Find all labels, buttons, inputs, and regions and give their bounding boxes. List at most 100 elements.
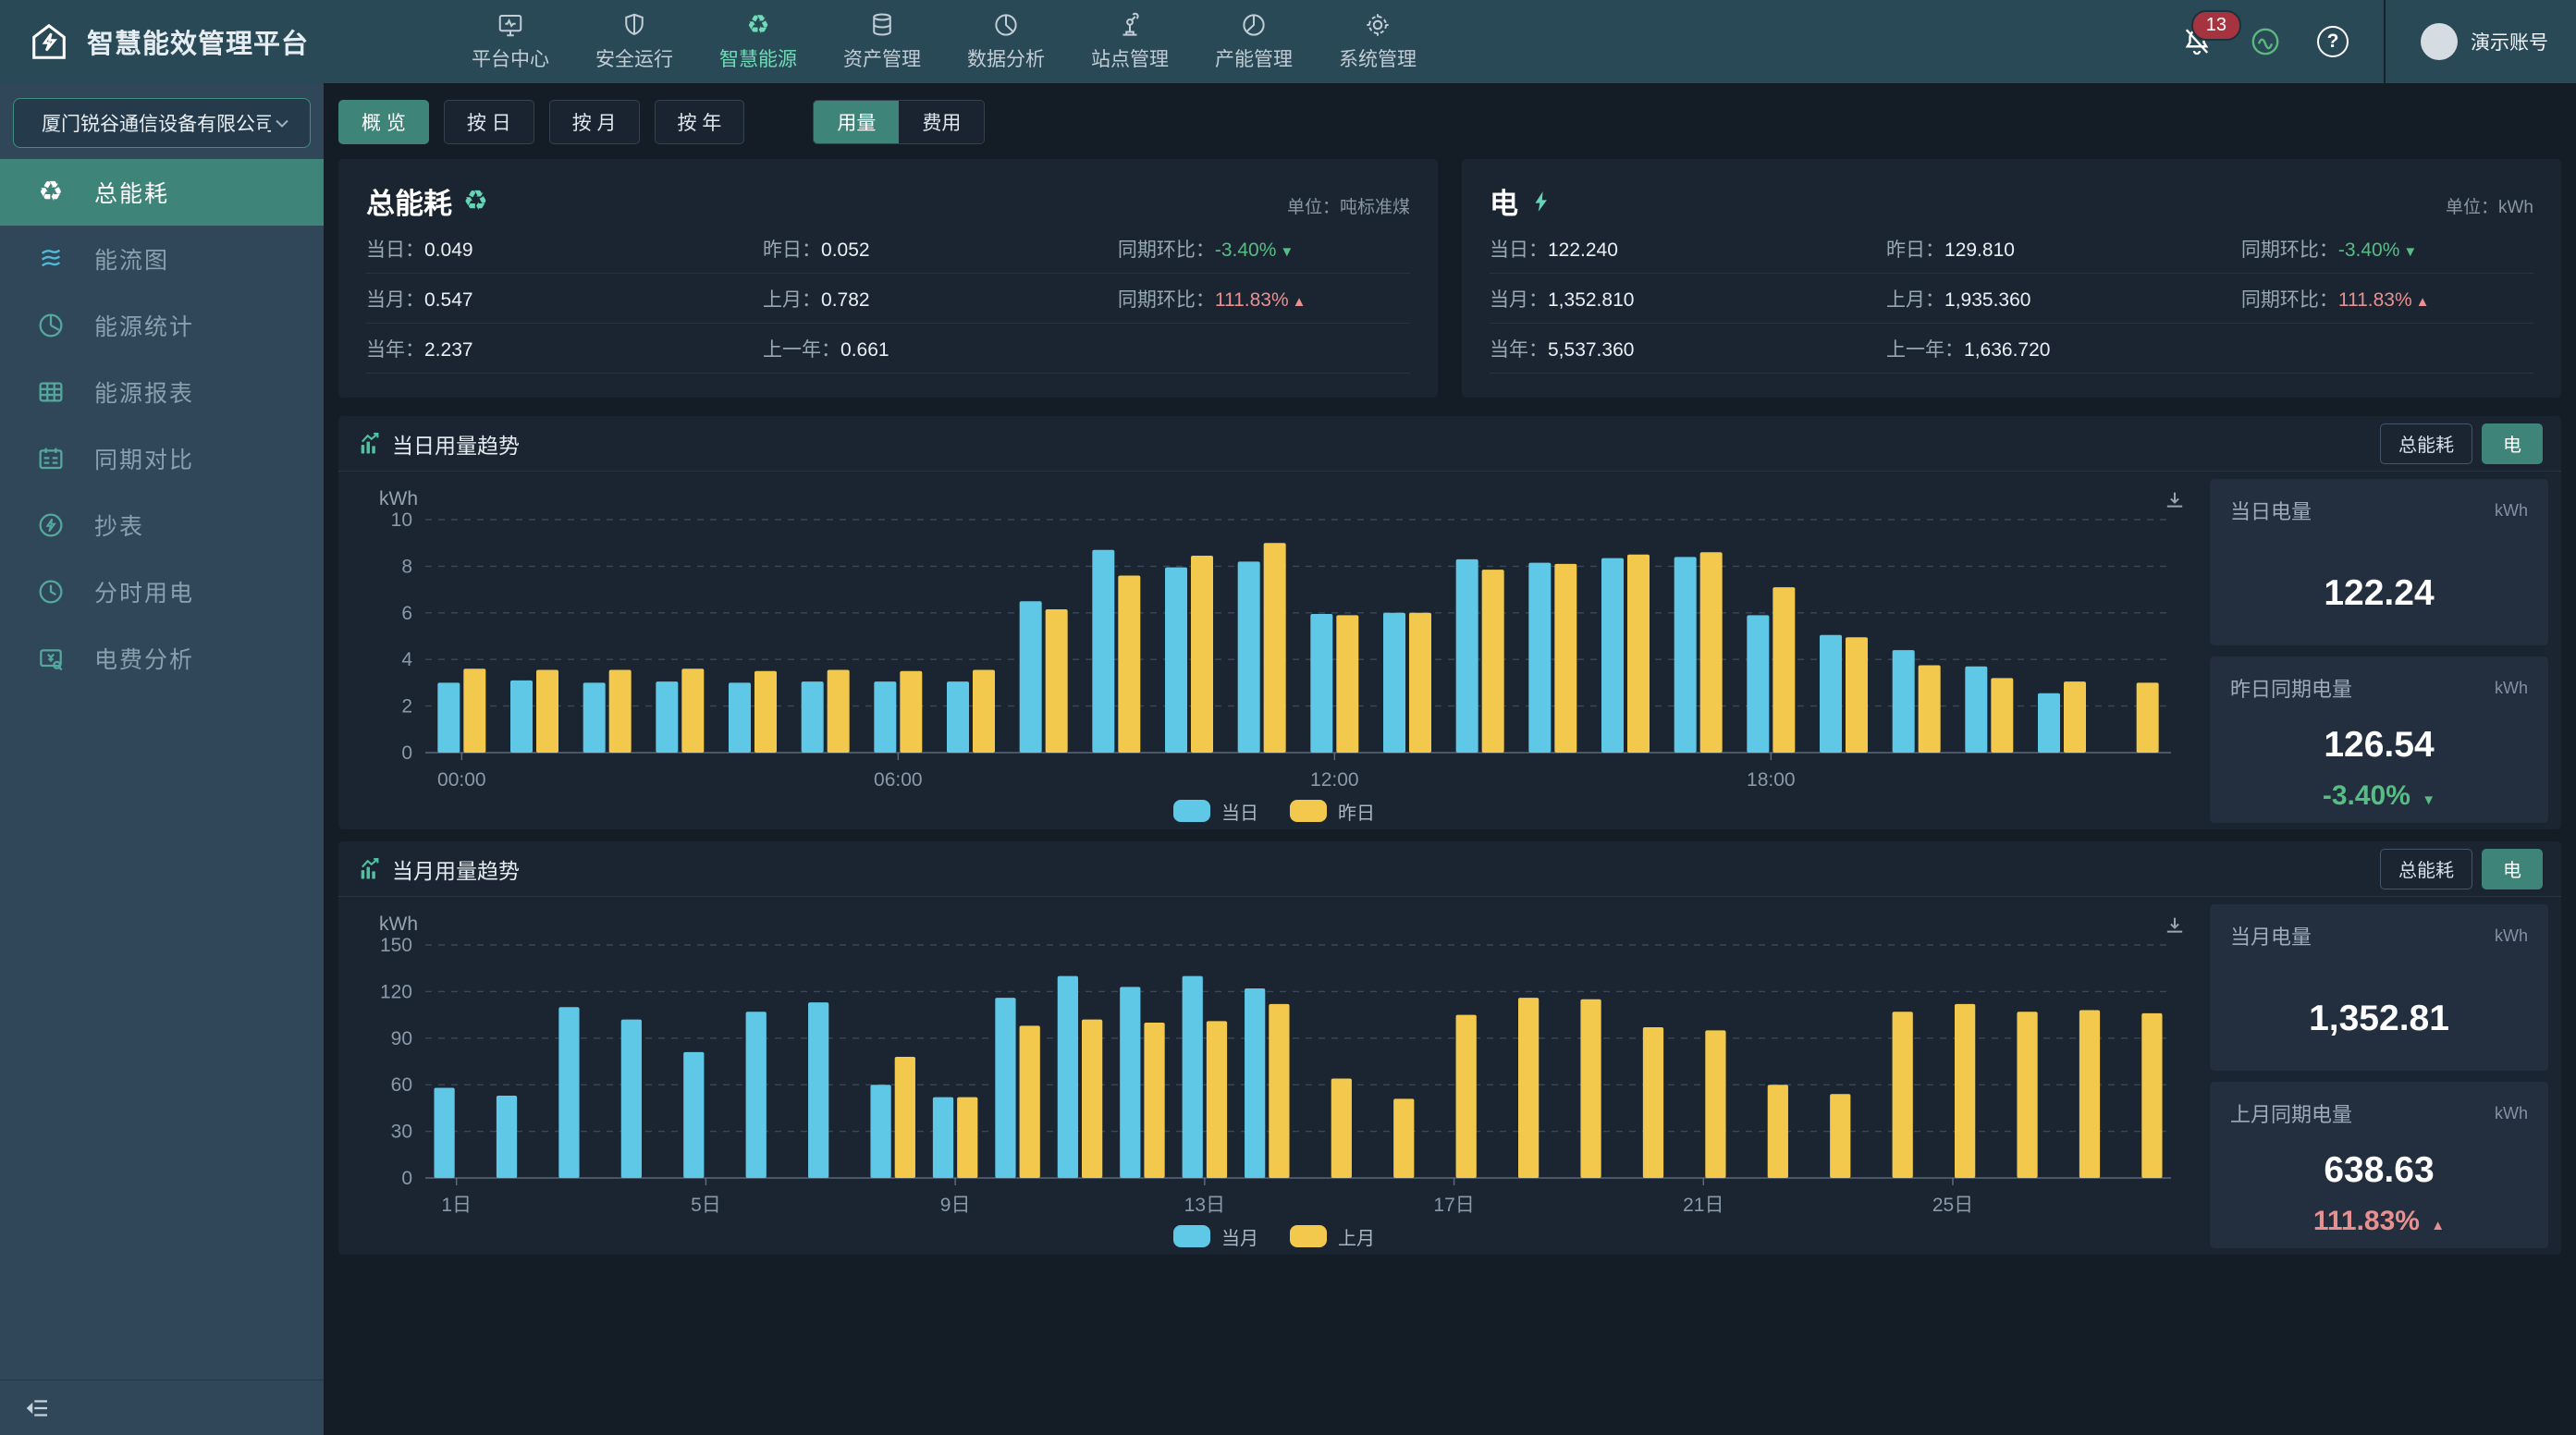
nav-item-system-management[interactable]: 系统管理: [1339, 11, 1417, 72]
account-name: 演示账号: [2471, 28, 2548, 55]
stat-row: 当月：0.547 上月：0.782 同期环比：111.83%▲: [366, 274, 1410, 324]
monitor-icon: [497, 11, 524, 39]
tab-by-month[interactable]: 按 月: [549, 100, 640, 144]
unit-label: 单位：吨标准煤: [1287, 193, 1410, 222]
svg-text:21日: 21日: [1683, 1195, 1723, 1216]
card-title: 总能耗 ♻: [366, 180, 488, 222]
chart1-total-energy-button[interactable]: 总能耗: [2380, 423, 2472, 464]
recycle-icon: ♻: [746, 11, 769, 39]
trend-down-icon: ▼: [2422, 792, 2435, 808]
svg-text:90: 90: [391, 1028, 412, 1049]
legend-item-last-month[interactable]: 上月: [1290, 1223, 1375, 1250]
trend-up-icon: ▲: [1293, 294, 1306, 310]
trend-chart-icon: [357, 856, 383, 882]
toggle-cost[interactable]: 费用: [899, 101, 984, 143]
last-month-usage-value: 638.63: [2230, 1150, 2528, 1191]
filter-row: 概 览 按 日 按 月 按 年 用量 费用: [338, 100, 2561, 144]
clock-icon: [35, 577, 67, 607]
nav-item-capacity-management[interactable]: 产能管理: [1215, 11, 1293, 72]
legend-item-yesterday[interactable]: 昨日: [1290, 798, 1375, 825]
sidebar-item-label: 总能耗: [94, 176, 169, 209]
stat-row: 当日：0.049 昨日：0.052 同期环比：-3.40%▼: [366, 224, 1410, 274]
svg-text:9日: 9日: [940, 1195, 971, 1216]
daily-usage-bar-chart[interactable]: 0246810kWh00:0006:0012:0018:00: [351, 479, 2197, 795]
month-usage-value: 1,352.81: [2230, 999, 2528, 1039]
legend-swatch: [1173, 800, 1210, 822]
health-status-button[interactable]: [2249, 25, 2282, 58]
nav-item-smart-energy[interactable]: ♻ 智慧能源: [719, 11, 797, 72]
nav-label: 安全运行: [595, 44, 673, 72]
monthly-trend-card: 当月用量趋势 总能耗 电 0306090120150kWh1日5日9日13日17…: [338, 841, 2561, 1255]
nav-label: 平台中心: [472, 44, 549, 72]
monthly-usage-bar-chart[interactable]: 0306090120150kWh1日5日9日13日17日21日25日: [351, 904, 2197, 1220]
trend-up-icon: ▲: [2416, 294, 2430, 310]
nav-item-site-management[interactable]: 站点管理: [1091, 11, 1169, 72]
calendar-icon: [35, 444, 67, 473]
svg-text:17日: 17日: [1433, 1195, 1474, 1216]
monthly-usage-plot-area: 0306090120150kWh1日5日9日13日17日21日25日 当月 上月: [351, 904, 2197, 1252]
chart-header: 当日用量趋势 总能耗 电: [338, 416, 2561, 472]
topbar-divider: [2384, 0, 2386, 83]
sidebar-item-total-energy[interactable]: ♻ 总能耗: [0, 159, 324, 226]
sidebar-collapse-button[interactable]: [24, 1394, 52, 1422]
chart-title: 当日用量趋势: [392, 428, 520, 460]
sidebar-item-label: 能流图: [94, 242, 169, 276]
chart-legend: 当日 昨日: [351, 795, 2197, 827]
table-icon: [35, 377, 67, 407]
sidebar-item-energy-flow[interactable]: 能流图: [0, 226, 324, 292]
svg-text:kWh: kWh: [379, 488, 418, 509]
sidebar-item-tou-electricity[interactable]: 分时用电: [0, 558, 324, 625]
sidebar-item-meter-reading[interactable]: 抄表: [0, 492, 324, 558]
tab-by-year[interactable]: 按 年: [655, 100, 745, 144]
daily-usage-plot-area: 0246810kWh00:0006:0012:0018:00 当日 昨日: [351, 479, 2197, 827]
monthly-side-panels: 当月电量kWh 1,352.81 上月同期电量kWh 638.63 111.83…: [2210, 904, 2548, 1252]
sidebar-item-period-compare[interactable]: 同期对比: [0, 425, 324, 492]
svg-text:150: 150: [380, 935, 412, 956]
app-title: 智慧能效管理平台: [87, 22, 309, 61]
toggle-usage[interactable]: 用量: [814, 101, 899, 143]
daily-trend-card: 当日用量趋势 总能耗 电 0246810kWh00:0006:0012:0018…: [338, 416, 2561, 829]
tab-overview[interactable]: 概 览: [338, 100, 429, 144]
tab-by-day[interactable]: 按 日: [444, 100, 534, 144]
sidebar-item-label: 能源报表: [94, 375, 194, 409]
nav-item-asset-management[interactable]: 资产管理: [843, 11, 921, 72]
nav-item-platform-center[interactable]: 平台中心: [472, 11, 549, 72]
last-month-usage-panel: 上月同期电量kWh 638.63 111.83% ▲: [2210, 1082, 2548, 1248]
top-nav: 平台中心 安全运行 ♻ 智慧能源 资产管理 数据分析 站点管理 产能管理 系统管: [472, 11, 2180, 72]
daily-side-panels: 当日电量kWh 122.24 昨日同期电量kWh 126.54 -3.40% ▼: [2210, 479, 2548, 827]
account-menu[interactable]: 演示账号: [2421, 23, 2548, 60]
sidebar-item-energy-report[interactable]: 能源报表: [0, 359, 324, 425]
bolt-icon: [1529, 188, 1553, 215]
download-icon[interactable]: [2162, 914, 2188, 939]
recycle-icon: ♻: [35, 178, 67, 207]
sidebar: 厦门锐谷通信设备有限公司 ♻ 总能耗 能流图 能源统计 能源报表 同期对比 抄表: [0, 83, 324, 1435]
svg-text:10: 10: [391, 509, 412, 531]
nav-label: 产能管理: [1215, 44, 1293, 72]
download-icon[interactable]: [2162, 488, 2188, 514]
svg-text:0: 0: [401, 1168, 412, 1189]
sidebar-item-label: 能源统计: [94, 309, 194, 342]
svg-text:6: 6: [401, 603, 412, 624]
help-button[interactable]: ?: [2317, 26, 2349, 57]
total-energy-card: 总能耗 ♻ 单位：吨标准煤 当日：0.049 昨日：0.052 同期环比：-3.…: [338, 159, 1438, 398]
sidebar-item-energy-stats[interactable]: 能源统计: [0, 292, 324, 359]
nav-label: 数据分析: [967, 44, 1045, 72]
chart2-electricity-button[interactable]: 电: [2482, 849, 2543, 889]
chart1-electricity-button[interactable]: 电: [2482, 423, 2543, 464]
legend-item-today[interactable]: 当日: [1173, 798, 1258, 825]
sidebar-item-label: 同期对比: [94, 442, 194, 475]
nav-item-safe-operation[interactable]: 安全运行: [595, 11, 673, 72]
main-content: 概 览 按 日 按 月 按 年 用量 费用 总能耗 ♻ 单位：吨标准煤 当日：0…: [324, 83, 2576, 1435]
notifications-button[interactable]: 13: [2180, 25, 2214, 58]
pie-stats-icon: [35, 311, 67, 340]
chart-title: 当月用量趋势: [392, 853, 520, 885]
svg-text:kWh: kWh: [379, 914, 418, 935]
legend-item-this-month[interactable]: 当月: [1173, 1223, 1258, 1250]
company-selector[interactable]: 厦门锐谷通信设备有限公司: [13, 98, 311, 148]
card-title: 电: [1490, 180, 1553, 222]
nav-item-data-analysis[interactable]: 数据分析: [967, 11, 1045, 72]
flow-waves-icon: [35, 244, 67, 274]
svg-text:4: 4: [401, 649, 412, 670]
sidebar-item-tariff-analysis[interactable]: 电费分析: [0, 625, 324, 692]
chart2-total-energy-button[interactable]: 总能耗: [2380, 849, 2472, 889]
